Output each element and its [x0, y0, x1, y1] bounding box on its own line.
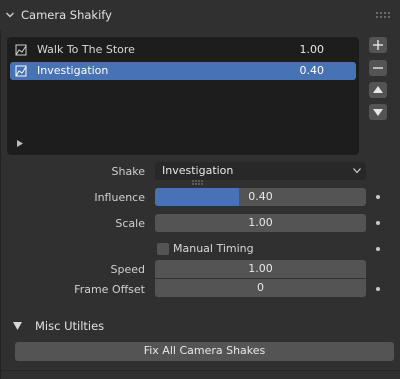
- grip-icon[interactable]: [376, 12, 390, 20]
- chevron-down-icon: [353, 168, 361, 174]
- panel-title: Camera Shakify: [21, 8, 112, 22]
- panel-header[interactable]: Camera Shakify: [0, 0, 400, 30]
- scale-label: Scale: [115, 217, 145, 230]
- list-item-selected[interactable]: Investigation 0.40: [10, 62, 356, 80]
- chevron-down-icon[interactable]: [5, 10, 15, 20]
- keyframe-dot-icon[interactable]: [376, 221, 380, 225]
- expand-filter-icon[interactable]: [17, 140, 23, 147]
- shake-dropdown[interactable]: Investigation: [155, 162, 366, 180]
- panel-divider: [0, 370, 400, 371]
- speed-value: 1.00: [248, 262, 273, 275]
- scale-value: 1.00: [248, 216, 273, 229]
- list-item[interactable]: Walk To The Store 1.00: [10, 41, 356, 59]
- shake-value: Investigation: [162, 164, 234, 177]
- manual-timing-checkbox[interactable]: [157, 243, 169, 255]
- speed-field[interactable]: 1.00: [155, 260, 366, 278]
- camera-shake-icon: [15, 65, 27, 77]
- remove-icon: [373, 67, 383, 69]
- influence-slider[interactable]: 0.40: [155, 188, 366, 206]
- chevron-down-icon[interactable]: [13, 322, 22, 330]
- add-button[interactable]: [369, 37, 387, 53]
- list-item-name: Investigation: [37, 64, 109, 77]
- keyframe-dot-icon[interactable]: [376, 247, 380, 251]
- list-item-value: 1.00: [299, 43, 325, 56]
- move-down-button[interactable]: [369, 104, 387, 120]
- influence-value: 0.40: [248, 190, 273, 203]
- misc-utilities-title[interactable]: Misc Utilties: [35, 319, 104, 333]
- influence-label: Influence: [94, 191, 145, 204]
- scale-field[interactable]: 1.00: [155, 214, 366, 232]
- frame-offset-label: Frame Offset: [74, 283, 145, 296]
- shake-label: Shake: [111, 165, 145, 178]
- move-down-icon: [373, 109, 383, 116]
- keyframe-dot-icon[interactable]: [376, 195, 380, 199]
- manual-timing-label[interactable]: Manual Timing: [173, 242, 254, 255]
- frame-offset-field[interactable]: 0: [155, 279, 366, 297]
- camera-shake-icon: [15, 44, 27, 56]
- move-up-button[interactable]: [369, 82, 387, 98]
- shake-list[interactable]: Walk To The Store 1.00 Investigation 0.4…: [7, 37, 359, 185]
- fix-all-button-label: Fix All Camera Shakes: [143, 344, 266, 357]
- keyframe-dot-icon[interactable]: [376, 287, 380, 291]
- list-item-name: Walk To The Store: [37, 43, 135, 56]
- list-item-value: 0.40: [299, 64, 325, 77]
- remove-button[interactable]: [369, 60, 387, 76]
- frame-offset-value: 0: [257, 281, 264, 294]
- add-icon: [373, 40, 383, 50]
- fix-all-camera-shakes-button[interactable]: Fix All Camera Shakes: [15, 342, 394, 361]
- move-up-icon: [373, 86, 383, 93]
- speed-label: Speed: [110, 263, 145, 276]
